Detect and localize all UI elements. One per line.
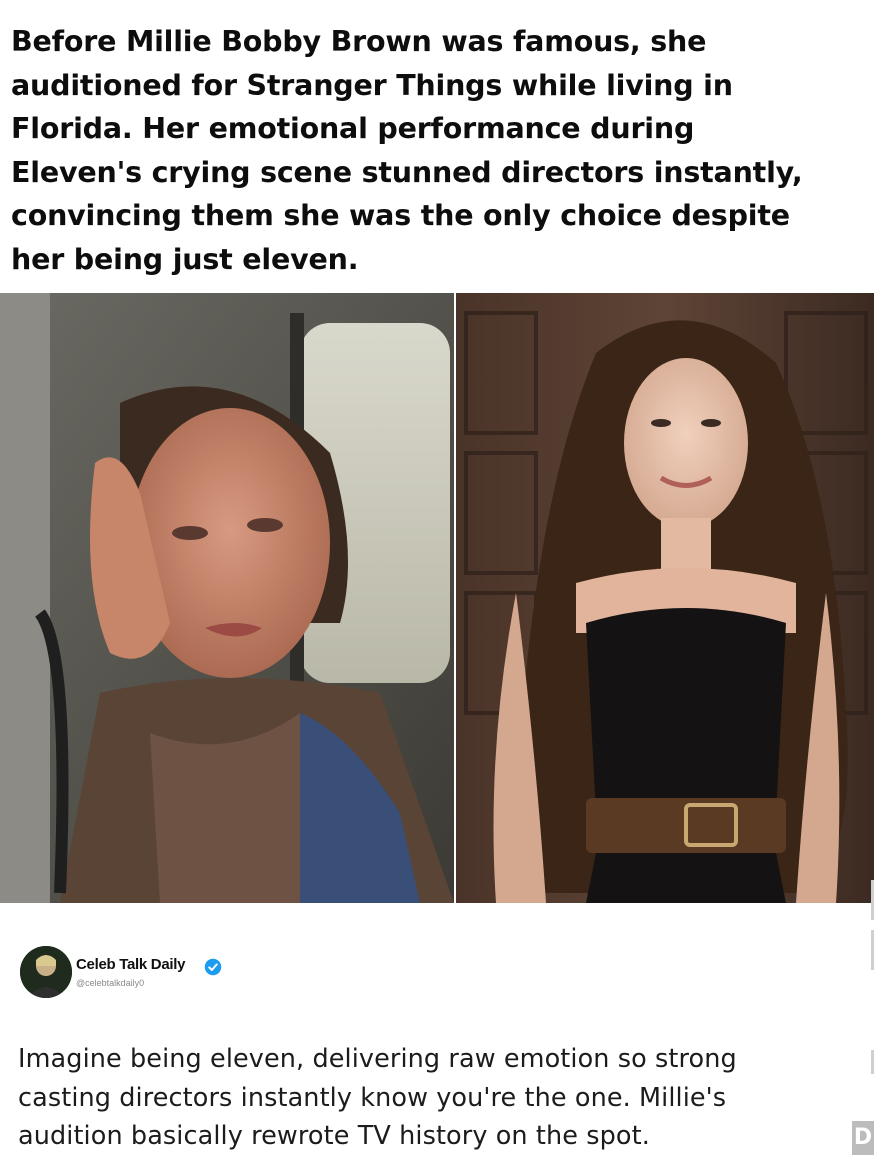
photo-left-crying-girl [0,293,454,903]
author-name[interactable]: Celeb Talk Daily [76,956,185,973]
photo-left-illustration [0,293,454,903]
author-avatar[interactable] [20,946,72,998]
photo-right-smiling-woman [456,293,874,903]
corner-badge[interactable]: D [852,1121,874,1155]
headline: Before Millie Bobby Brown was famous, sh… [11,25,803,276]
verified-badge-icon [204,958,222,976]
post-text: Imagine being eleven, delivering raw emo… [18,1044,737,1151]
avatar-image [20,946,72,998]
author-handle[interactable]: @celebtalkdaily0 [76,978,144,988]
photo-right-illustration [456,293,874,903]
